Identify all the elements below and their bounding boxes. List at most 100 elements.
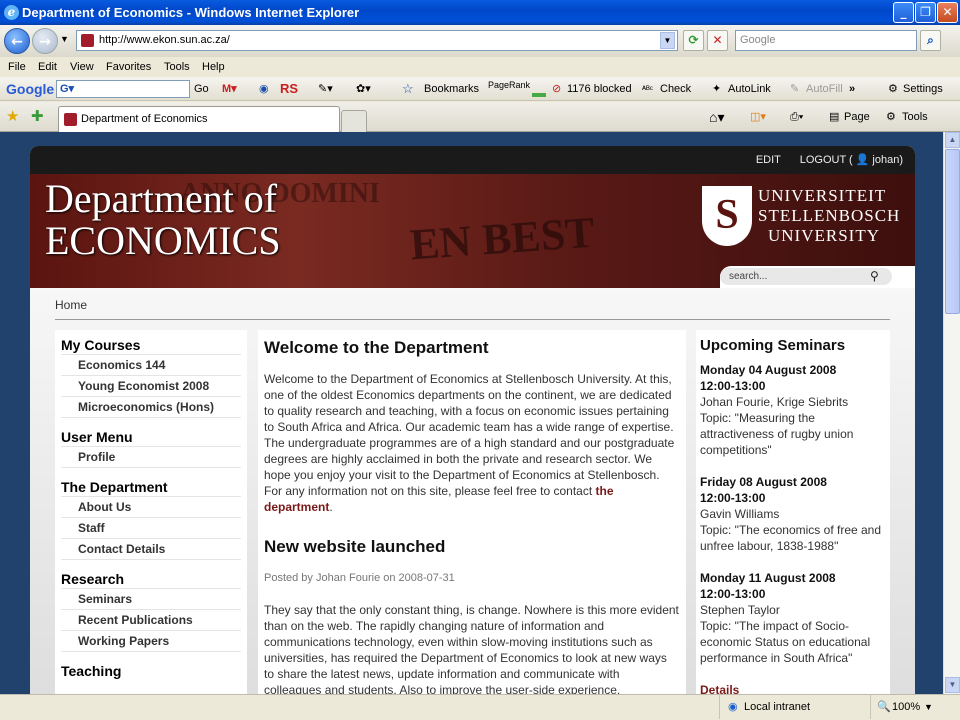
page-menu[interactable]: Page bbox=[844, 102, 870, 132]
address-dropdown-icon[interactable]: ▼ bbox=[660, 32, 675, 49]
sidebar-item-young-economist[interactable]: Young Economist 2008 bbox=[61, 375, 241, 396]
menu-edit[interactable]: Edit bbox=[38, 57, 57, 77]
globe-icon[interactable]: ◉ bbox=[259, 77, 269, 101]
spellcheck-icon[interactable]: ᴬᴮᶜ bbox=[642, 77, 653, 101]
logo-line2: STELLENBOSCH bbox=[758, 206, 901, 225]
zoom-dropdown-icon[interactable]: ▼ bbox=[924, 695, 933, 719]
seminars-title: Upcoming Seminars bbox=[700, 337, 846, 354]
content-area: Home My Courses Economics 144 Young Econ… bbox=[30, 288, 915, 694]
seminars-details-link[interactable]: Details bbox=[700, 682, 886, 694]
site-search-input[interactable]: search... bbox=[720, 268, 892, 285]
print-icon[interactable]: ⎙▾ bbox=[790, 102, 803, 132]
google-search-input[interactable]: G▾ bbox=[56, 80, 190, 98]
menu-favorites[interactable]: Favorites bbox=[106, 57, 151, 77]
settings-gear-icon[interactable]: ⚙ bbox=[888, 77, 898, 101]
bookmarks-button[interactable]: Bookmarks bbox=[424, 77, 479, 101]
scroll-thumb[interactable] bbox=[945, 149, 960, 314]
sidebar-item-staff[interactable]: Staff bbox=[61, 517, 241, 538]
sidebar-item-about-us[interactable]: About Us bbox=[61, 496, 241, 517]
feeds-icon[interactable]: ◫▾ bbox=[750, 102, 766, 132]
scroll-down-icon[interactable]: ▼ bbox=[945, 677, 960, 693]
seminar-topic: Topic: "Measuring the attractiveness of … bbox=[700, 411, 854, 457]
history-dropdown-icon[interactable]: ▼ bbox=[60, 34, 69, 44]
blocked-count[interactable]: 1176 blocked bbox=[567, 77, 632, 101]
popup-blocker-icon[interactable]: ⊘ bbox=[552, 77, 561, 101]
menu-tools[interactable]: Tools bbox=[164, 57, 190, 77]
logo-line1: UNIVERSITEIT bbox=[758, 186, 887, 205]
new-tab-button[interactable] bbox=[341, 110, 367, 132]
back-button[interactable]: ← bbox=[4, 28, 30, 54]
add-favorite-icon[interactable]: ✚ bbox=[31, 102, 44, 132]
breadcrumb-home[interactable]: Home bbox=[55, 298, 87, 312]
breadcrumb: Home bbox=[55, 298, 890, 320]
sidebar-item-contact[interactable]: Contact Details bbox=[61, 538, 241, 559]
sidebar: My Courses Economics 144 Young Economist… bbox=[55, 330, 247, 694]
autofill-button[interactable]: AutoFill bbox=[806, 77, 843, 101]
favorites-star-icon[interactable]: ★ bbox=[6, 102, 19, 132]
seminar-item: Friday 08 August 2008 12:00-13:00 Gavin … bbox=[700, 474, 886, 554]
rs-button[interactable]: RS bbox=[280, 77, 298, 101]
address-url: http://www.ekon.sun.ac.za/ bbox=[99, 34, 230, 46]
logo-line3: UNIVERSITY bbox=[768, 226, 880, 245]
menu-file[interactable]: File bbox=[8, 57, 26, 77]
autofill-icon[interactable]: ✎ bbox=[790, 77, 799, 101]
seminar-speaker: Gavin Williams bbox=[700, 507, 780, 521]
logout-link[interactable]: LOGOUT (👤 johan) bbox=[800, 154, 903, 166]
forward-button[interactable]: → bbox=[32, 28, 58, 54]
settings-button[interactable]: Settings bbox=[903, 77, 943, 101]
site-title-line2: ECONOMICS bbox=[45, 218, 281, 263]
tab-label: Department of Economics bbox=[81, 113, 208, 125]
google-go-button[interactable]: Go bbox=[194, 77, 209, 101]
close-button[interactable]: ✕ bbox=[937, 2, 958, 23]
spell-icon[interactable]: ✎▾ bbox=[318, 77, 333, 101]
gmail-icon[interactable]: M▾ bbox=[222, 77, 237, 101]
star-icon[interactable]: ☆ bbox=[402, 77, 414, 101]
window-title: Department of Economics - Windows Intern… bbox=[22, 5, 360, 20]
menu-view[interactable]: View bbox=[70, 57, 94, 77]
zoom-icon[interactable]: 🔍 bbox=[877, 695, 891, 719]
welcome-body: Welcome to the Department of Economics a… bbox=[264, 372, 675, 498]
tools-menu[interactable]: Tools bbox=[902, 102, 928, 132]
sidebar-heading: User Menu bbox=[61, 429, 133, 445]
vertical-scrollbar[interactable]: ▲ ▼ bbox=[943, 132, 960, 694]
sidebar-item-working-papers[interactable]: Working Papers bbox=[61, 630, 241, 651]
minimize-button[interactable]: _ bbox=[893, 2, 914, 23]
check-button[interactable]: Check bbox=[660, 77, 691, 101]
puzzle-icon[interactable]: ✿▾ bbox=[356, 77, 371, 101]
site-title-line1: Department of bbox=[45, 176, 278, 221]
sidebar-item-publications[interactable]: Recent Publications bbox=[61, 609, 241, 630]
site-title[interactable]: Department of ECONOMICS bbox=[45, 178, 281, 262]
edit-link[interactable]: EDIT bbox=[756, 154, 781, 166]
menu-bar: File Edit View Favorites Tools Help bbox=[0, 57, 960, 77]
address-bar[interactable]: http://www.ekon.sun.ac.za/ ▼ bbox=[76, 30, 678, 51]
sidebar-item-profile[interactable]: Profile bbox=[61, 446, 241, 467]
sidebar-heading: Teaching bbox=[61, 663, 122, 679]
zoom-level[interactable]: 100% bbox=[892, 695, 920, 719]
university-logo[interactable]: S UNIVERSITEIT STELLENBOSCH UNIVERSITY bbox=[702, 186, 902, 246]
site-search-icon[interactable]: ⚲ bbox=[870, 269, 879, 283]
ie-logo-icon: e bbox=[4, 5, 19, 20]
status-zone[interactable]: Local intranet bbox=[744, 695, 810, 719]
sidebar-item-seminars[interactable]: Seminars bbox=[61, 588, 241, 609]
search-icon[interactable]: ⌕ bbox=[920, 30, 941, 51]
menu-help[interactable]: Help bbox=[202, 57, 225, 77]
autolink-button[interactable]: AutoLink bbox=[728, 77, 771, 101]
site-favicon-icon bbox=[81, 34, 94, 47]
more-chevron-icon[interactable]: » bbox=[849, 77, 855, 101]
window-titlebar[interactable]: e Department of Economics - Windows Inte… bbox=[0, 0, 960, 25]
home-icon[interactable]: ⌂▾ bbox=[709, 102, 724, 132]
sidebar-item-microeconomics[interactable]: Microeconomics (Hons) bbox=[61, 396, 241, 417]
maximize-button[interactable]: ❐ bbox=[915, 2, 936, 23]
stop-button[interactable]: ✕ bbox=[707, 30, 728, 51]
post-title[interactable]: New website launched bbox=[264, 537, 680, 557]
scroll-up-icon[interactable]: ▲ bbox=[945, 132, 960, 148]
refresh-button[interactable]: ⟳ bbox=[683, 30, 704, 51]
seminar-item: Monday 11 August 2008 12:00-13:00 Stephe… bbox=[700, 570, 886, 666]
status-bar: ◉ Local intranet 🔍 100% ▼ bbox=[0, 694, 960, 720]
tab-department[interactable]: Department of Economics bbox=[58, 106, 340, 132]
autolink-icon[interactable]: ✦ bbox=[712, 77, 721, 101]
sidebar-heading: Research bbox=[61, 571, 125, 587]
site-banner: ANNO DOMINI EN BEST Department of ECONOMI… bbox=[30, 174, 915, 288]
sidebar-item-economics-144[interactable]: Economics 144 bbox=[61, 354, 241, 375]
search-input[interactable]: Google bbox=[735, 30, 917, 51]
